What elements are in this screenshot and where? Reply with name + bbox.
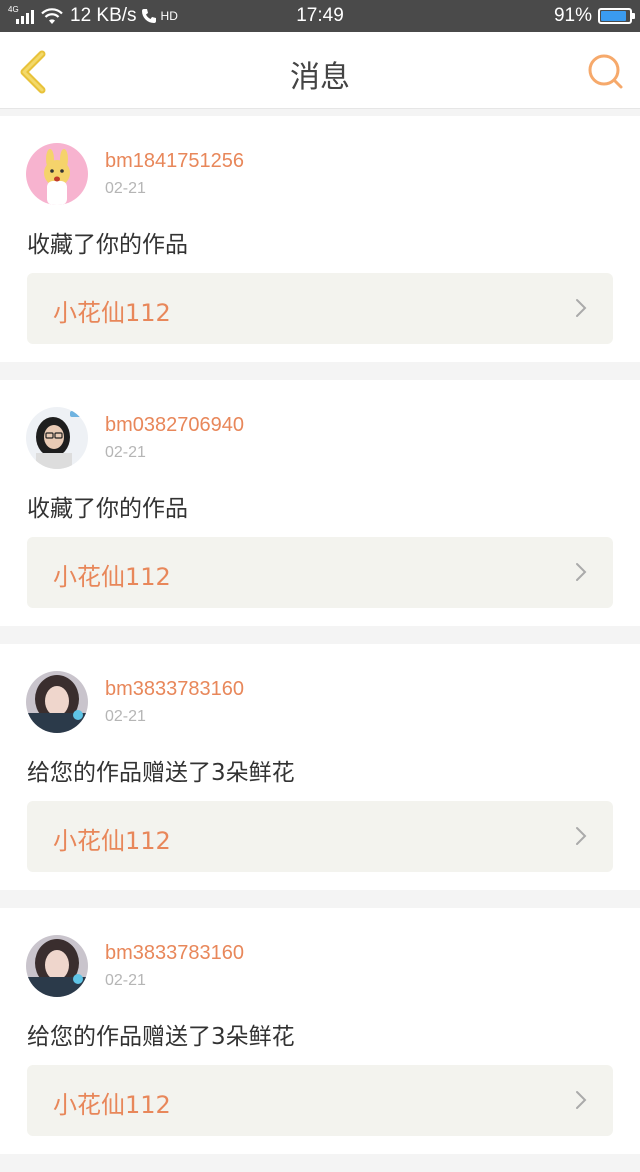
avatar[interactable] [26, 143, 88, 205]
chevron-right-icon [576, 827, 587, 845]
status-right: 91% [553, 0, 635, 32]
work-title: 小花仙112 [53, 827, 171, 855]
girl-glasses-avatar-icon [26, 407, 88, 469]
hd-label: HD [160, 9, 178, 23]
work-title: 小花仙112 [53, 1091, 171, 1119]
message-card: bm3833783160 02-21 给您的作品赠送了3朵鲜花 小花仙112 [0, 908, 640, 1154]
username[interactable]: bm1841751256 [105, 150, 244, 173]
avatar[interactable] [26, 407, 88, 469]
chevron-right-icon [576, 1091, 587, 1109]
wifi-icon [41, 8, 63, 24]
message-card: bm3833783160 02-21 给您的作品赠送了3朵鲜花 小花仙112 [0, 644, 640, 890]
phone-icon [141, 9, 156, 23]
app-header: 消息 [0, 32, 640, 109]
work-link[interactable]: 小花仙112 [27, 801, 613, 872]
page-title: 消息 [290, 60, 350, 95]
chevron-right-icon [576, 299, 587, 317]
battery-percent: 91% [553, 5, 592, 26]
status-bar: 4G 12 KB/s HD 17:49 91% [0, 0, 640, 32]
network-type: 4G [8, 5, 19, 14]
work-title: 小花仙112 [53, 299, 171, 327]
search-icon[interactable] [586, 52, 626, 92]
message-date: 02-21 [105, 972, 146, 989]
signal-icon: 4G [8, 5, 34, 24]
message-list: bm1841751256 02-21 收藏了你的作品 小花仙112 bm0382… [0, 116, 640, 1172]
back-button[interactable] [14, 50, 54, 94]
work-link[interactable]: 小花仙112 [27, 537, 613, 608]
message-action: 给您的作品赠送了3朵鲜花 [27, 1024, 295, 1050]
username[interactable]: bm0382706940 [105, 414, 244, 437]
message-card: bm0382706940 02-21 收藏了你的作品 小花仙112 [0, 380, 640, 626]
message-action: 收藏了你的作品 [27, 496, 188, 522]
username[interactable]: bm3833783160 [105, 942, 244, 965]
work-link[interactable]: 小花仙112 [27, 1065, 613, 1136]
message-date: 02-21 [105, 708, 146, 725]
message-date: 02-21 [105, 444, 146, 461]
work-title: 小花仙112 [53, 563, 171, 591]
chevron-right-icon [576, 563, 587, 581]
username[interactable]: bm3833783160 [105, 678, 244, 701]
work-link[interactable]: 小花仙112 [27, 273, 613, 344]
avatar[interactable] [26, 935, 88, 997]
network-speed: 12 KB/s [70, 5, 137, 26]
battery-icon [598, 8, 635, 24]
cartoon-bunny-avatar-icon [26, 143, 88, 205]
girl-photo-avatar-icon [26, 935, 88, 997]
battery-fill [601, 11, 627, 21]
message-date: 02-21 [105, 180, 146, 197]
avatar[interactable] [26, 671, 88, 733]
message-action: 收藏了你的作品 [27, 232, 188, 258]
message-action: 给您的作品赠送了3朵鲜花 [27, 760, 295, 786]
status-left: 4G 12 KB/s HD [0, 5, 178, 27]
girl-photo-avatar-icon [26, 671, 88, 733]
message-card: bm1841751256 02-21 收藏了你的作品 小花仙112 [0, 116, 640, 362]
